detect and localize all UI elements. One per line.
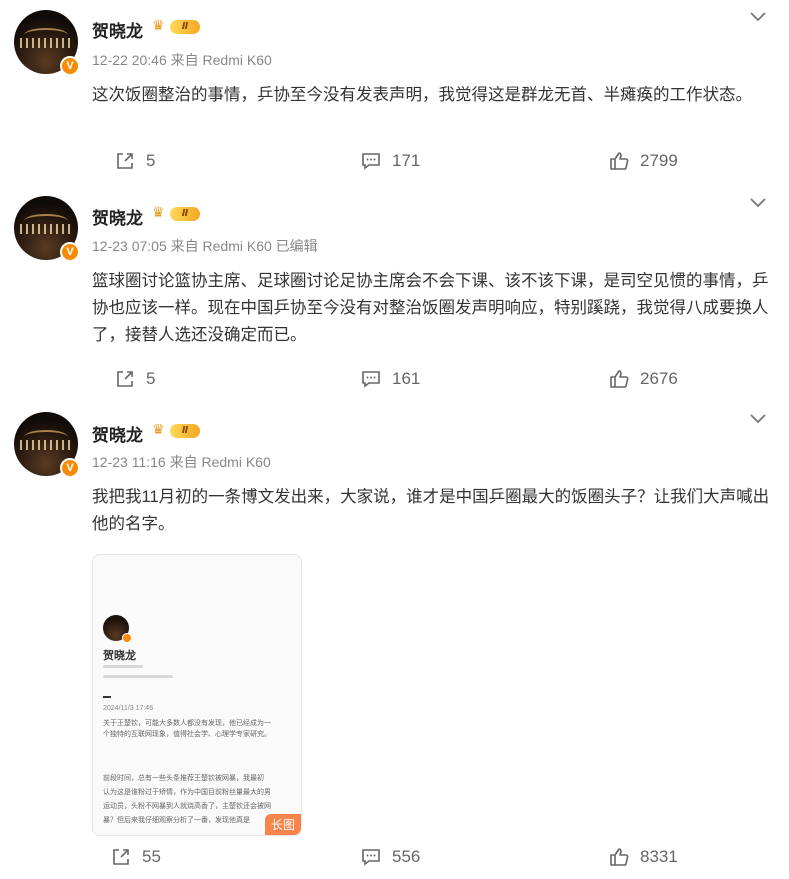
repost-count: 5 bbox=[146, 151, 156, 170]
chevron-down-icon[interactable] bbox=[748, 412, 768, 426]
comment-count: 556 bbox=[392, 847, 421, 866]
like-icon bbox=[610, 370, 629, 388]
repost-icon bbox=[117, 371, 133, 387]
like-count: 2799 bbox=[640, 151, 678, 170]
like-icon bbox=[610, 848, 629, 866]
post-meta: 12-23 11:16 来自 Redmi K60 bbox=[92, 452, 271, 472]
comment-count: 171 bbox=[392, 151, 421, 170]
source: 来自 Redmi K60 bbox=[170, 238, 272, 254]
author-name[interactable]: 贺晓龙 bbox=[92, 17, 143, 42]
timestamp[interactable]: 12-23 11:16 bbox=[92, 454, 166, 470]
comment-button[interactable]: 171 bbox=[360, 150, 420, 172]
post-content: 篮球圈讨论篮协主席、足球圈讨论足协主席会不会下课、该不该下课，是司空见惯的事情，… bbox=[92, 272, 769, 344]
chevron-down-icon[interactable] bbox=[748, 10, 768, 24]
comment-icon bbox=[362, 371, 380, 388]
comment-icon bbox=[362, 849, 380, 866]
crown-icon: ♛ bbox=[152, 17, 165, 33]
repost-icon bbox=[117, 153, 133, 169]
like-button[interactable]: 2676 bbox=[608, 368, 678, 390]
author-name[interactable]: 贺晓龙 bbox=[92, 204, 143, 229]
thumb-author-name: 贺晓龙 bbox=[103, 650, 136, 662]
source: 来自 Redmi K60 bbox=[170, 52, 272, 68]
thumb-text-line: 个独特的互联网现象，值得社会学、心理学专家研究。 bbox=[103, 731, 271, 738]
verified-icon: V bbox=[60, 242, 80, 262]
thumb-text-line: 前段时间，总有一些头条推荐王楚钦被网暴，我最初 bbox=[103, 775, 264, 782]
post-meta: 12-23 07:05 来自 Redmi K60 已编辑 bbox=[92, 236, 318, 256]
like-icon bbox=[610, 152, 629, 170]
level-badge[interactable]: Ⅱ bbox=[170, 207, 200, 221]
comment-button[interactable]: 161 bbox=[360, 368, 420, 390]
comment-button[interactable]: 556 bbox=[360, 846, 420, 868]
repost-button[interactable]: 5 bbox=[114, 150, 155, 172]
crown-icon: ♛ bbox=[152, 421, 165, 437]
thumb-text-line: 关于王楚钦，可能大多数人都没有发现，他已经成为一 bbox=[103, 720, 271, 727]
comment-icon bbox=[362, 153, 380, 170]
post-content: 这次饭圈整治的事情，乒协至今没有发表声明，我觉得这是群龙无首、半瘫痪的工作状态。 bbox=[92, 86, 752, 104]
repost-count: 5 bbox=[146, 369, 156, 388]
like-count: 8331 bbox=[640, 847, 678, 866]
repost-button[interactable]: 5 bbox=[114, 368, 155, 390]
timestamp[interactable]: 12-22 20:46 bbox=[92, 52, 167, 68]
edited-label: 已编辑 bbox=[275, 238, 318, 254]
chevron-down-icon[interactable] bbox=[748, 196, 768, 210]
thumb-subtitle-placeholder bbox=[103, 665, 143, 668]
verified-icon: V bbox=[60, 458, 80, 478]
thumb-divider bbox=[103, 696, 111, 698]
like-count: 2676 bbox=[640, 369, 678, 388]
source: 来自 Redmi K60 bbox=[169, 454, 271, 470]
verified-icon: V bbox=[60, 56, 80, 76]
repost-button[interactable]: 55 bbox=[110, 846, 161, 868]
thumb-stats-placeholder bbox=[103, 675, 173, 678]
level-badge[interactable]: Ⅱ bbox=[170, 424, 200, 438]
long-image-thumbnail[interactable]: 贺晓龙 2024/11/3 17:46 关于王楚钦，可能大多数人都没有发现，他已… bbox=[92, 554, 302, 836]
comment-count: 161 bbox=[392, 369, 421, 388]
timestamp[interactable]: 12-23 07:05 bbox=[92, 238, 167, 254]
repost-icon bbox=[113, 849, 129, 865]
author-name[interactable]: 贺晓龙 bbox=[92, 421, 143, 446]
like-button[interactable]: 2799 bbox=[608, 150, 678, 172]
crown-icon: ♛ bbox=[152, 204, 165, 220]
post-meta: 12-22 20:46 来自 Redmi K60 bbox=[92, 50, 272, 70]
verified-icon bbox=[122, 633, 132, 643]
post-content: 我把我11月初的一条博文发出来，大家说，谁才是中国乒圈最大的饭圈头子？让我们大声… bbox=[92, 488, 770, 533]
thumb-text-line: 认为这是谁粉过于矫情，作为中国目前粉丝量最大的男 bbox=[103, 789, 271, 796]
thumb-date: 2024/11/3 17:46 bbox=[103, 705, 154, 712]
level-badge[interactable]: Ⅱ bbox=[170, 20, 200, 34]
thumb-text-line: 运动员，头粉不网暴到人就烧高香了，主楚钦还会被网 bbox=[103, 803, 271, 810]
repost-count: 55 bbox=[142, 847, 161, 866]
like-button[interactable]: 8331 bbox=[608, 846, 678, 868]
long-image-tag: 长图 bbox=[264, 814, 301, 835]
